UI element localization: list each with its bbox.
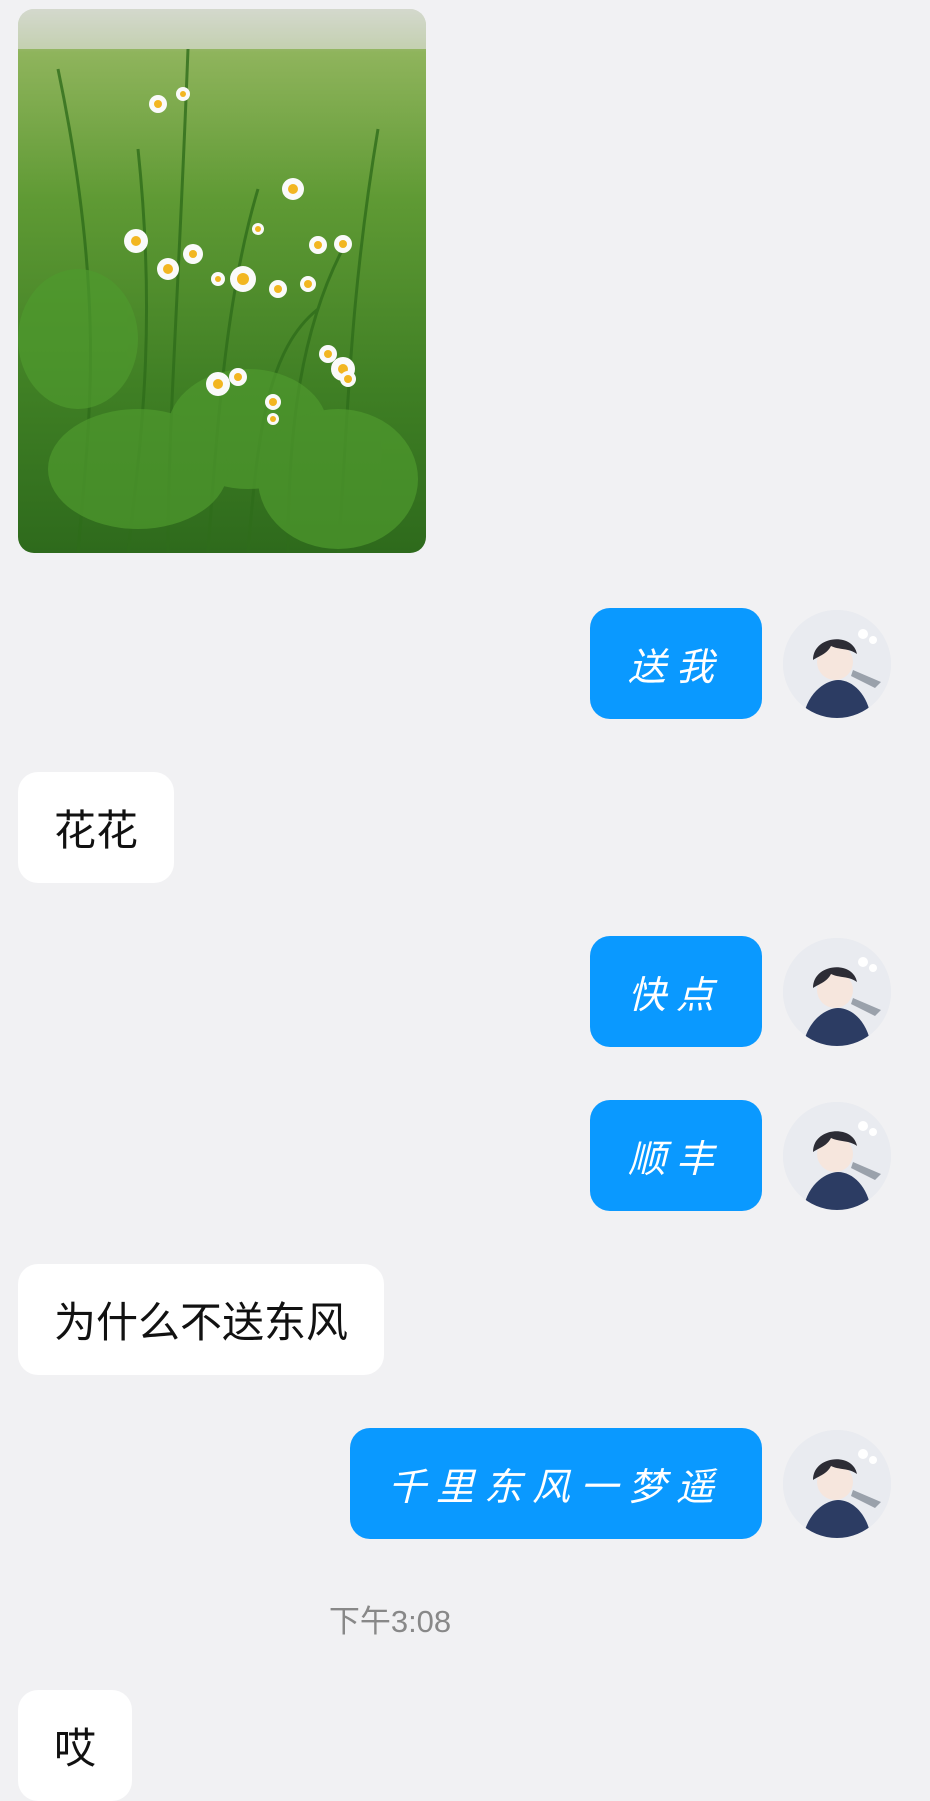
message-text: 为什么不送东风: [54, 1298, 349, 1347]
anime-character-avatar-icon: [783, 1102, 891, 1210]
message-text: 花花: [54, 806, 139, 855]
message-text: 快点: [627, 973, 724, 1017]
message-text: 送我: [627, 645, 724, 689]
avatar[interactable]: [783, 610, 891, 718]
incoming-message[interactable]: 为什么不送东风: [18, 1264, 385, 1375]
flower-photo-message[interactable]: [18, 9, 426, 553]
message-text: 千里东风一梦遥: [387, 1465, 724, 1509]
outgoing-message[interactable]: 顺丰: [589, 1100, 762, 1211]
message-text: 哎: [54, 1724, 97, 1773]
avatar[interactable]: [783, 1102, 891, 1210]
avatar[interactable]: [783, 938, 891, 1046]
outgoing-message[interactable]: 快点: [589, 936, 762, 1047]
message-timestamp: 下午3:08: [328, 1604, 452, 1639]
anime-character-avatar-icon: [783, 938, 891, 1046]
anime-character-avatar-icon: [783, 610, 891, 718]
anime-character-avatar-icon: [783, 1430, 891, 1538]
message-text: 顺丰: [627, 1137, 724, 1181]
flower-photo: [18, 9, 426, 553]
incoming-message[interactable]: 花花: [18, 772, 175, 883]
avatar[interactable]: [783, 1430, 891, 1538]
outgoing-message[interactable]: 千里东风一梦遥: [349, 1428, 762, 1539]
outgoing-message[interactable]: 送我: [589, 608, 762, 719]
incoming-message[interactable]: 哎: [18, 1690, 133, 1801]
